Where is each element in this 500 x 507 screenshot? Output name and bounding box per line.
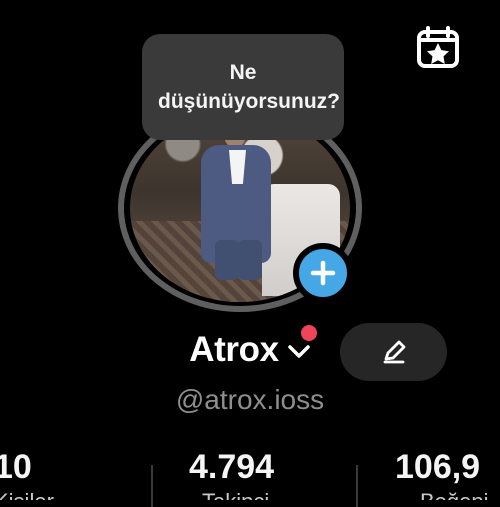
stat-divider — [151, 465, 153, 507]
username: @atrox.ioss — [175, 384, 325, 415]
tooltip-text: Ne düşünüyorsunuz? — [158, 61, 340, 113]
plus-icon — [310, 260, 336, 286]
followers-count[interactable]: 4.794 — [189, 448, 274, 487]
stat-divider — [356, 465, 358, 507]
profile-name: Atrox — [189, 330, 279, 369]
likes-count[interactable]: 106,9 — [395, 448, 480, 487]
photo-child-right-leg — [238, 240, 262, 280]
chevron-down-icon — [287, 345, 310, 358]
pencil-icon — [383, 340, 405, 364]
calendar-star-icon — [417, 26, 459, 68]
following-count[interactable]: 10 — [0, 448, 32, 487]
thoughts-tooltip[interactable]: Ne düşünüyorsunuz? — [142, 34, 344, 140]
followers-label: Takipçi — [202, 489, 269, 500]
red-dot-icon — [301, 325, 317, 341]
following-label: Kişiler — [0, 489, 54, 500]
photo-child-left-leg — [215, 240, 239, 280]
calendar-button[interactable] — [412, 22, 464, 74]
add-story-button[interactable] — [293, 243, 353, 303]
likes-label: Beğeni — [420, 489, 489, 500]
edit-profile-button[interactable] — [340, 323, 447, 381]
